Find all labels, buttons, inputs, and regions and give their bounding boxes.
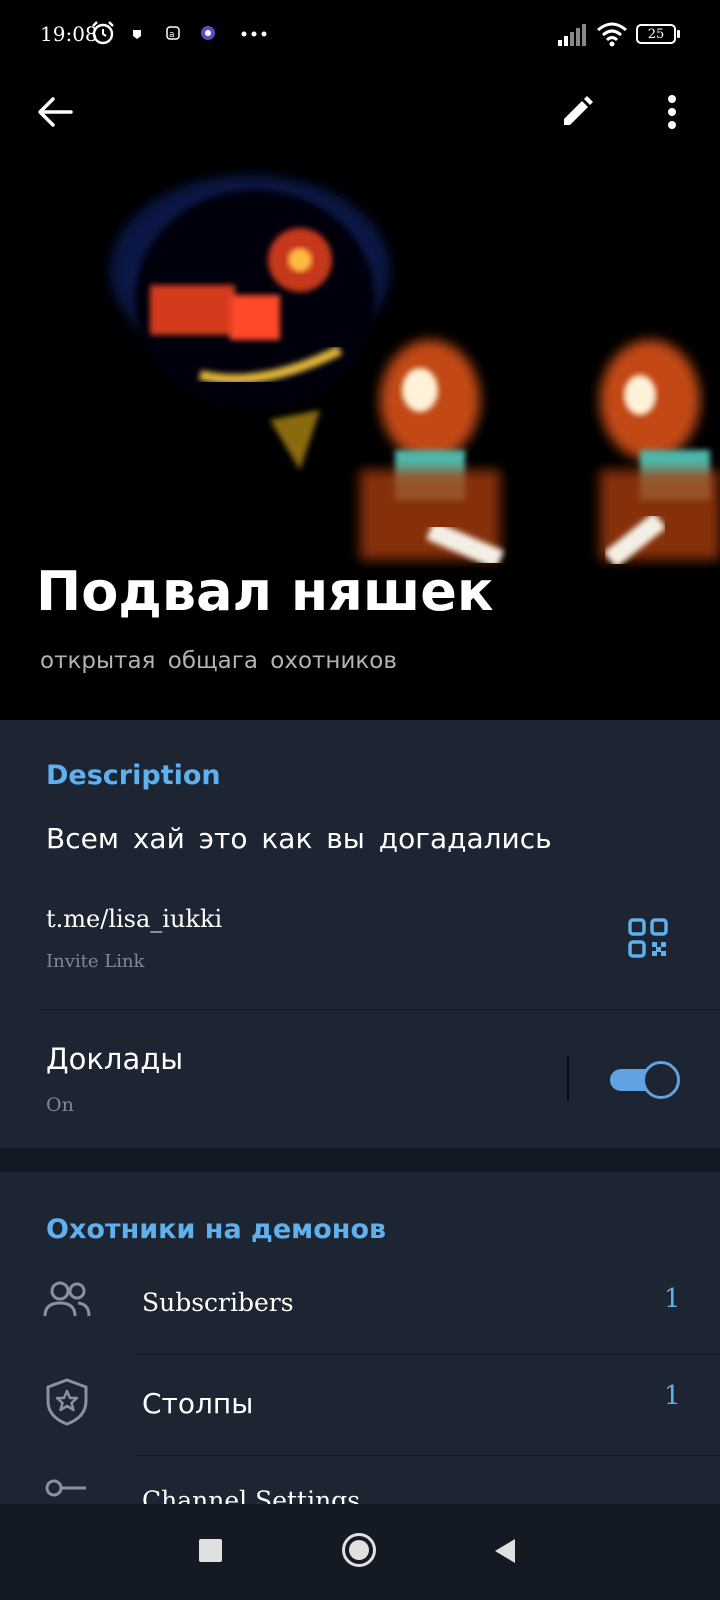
alarm-icon: [92, 21, 114, 45]
row-separator: [567, 1056, 569, 1102]
channel-subtitle: открытая общага охотников: [40, 648, 397, 674]
subscribers-label: Subscribers: [142, 1288, 294, 1317]
more-options-button[interactable]: [642, 82, 702, 142]
status-time: 19:08: [40, 22, 98, 46]
channel-settings-row[interactable]: Channel Settings: [0, 1456, 720, 1504]
invite-link[interactable]: t.me/lisa_iukki: [46, 905, 222, 933]
qr-code-icon[interactable]: [628, 918, 668, 958]
profile-header: 19:08 a 25 Подвал няшек открытая общага …: [0, 0, 720, 720]
navigation-bar: [0, 1504, 720, 1600]
battery-level: 25: [647, 26, 665, 42]
section-gap: [0, 1148, 720, 1172]
admins-count: 1: [664, 1381, 681, 1411]
pencil-icon: [564, 96, 593, 125]
app-notification-icon: a: [166, 26, 180, 40]
app-icon-purple: [201, 26, 215, 40]
channel-title: Подвал няшек: [36, 560, 494, 623]
toggle-thumb: [642, 1061, 680, 1099]
back-nav-button[interactable]: [493, 1537, 517, 1565]
home-dot: [349, 1540, 369, 1560]
more-notifications-icon: [241, 31, 267, 37]
wifi-icon: [597, 22, 627, 47]
channel-settings-label: Channel Settings: [142, 1486, 361, 1504]
notification-icon: [133, 30, 141, 39]
more-vertical-icon: [668, 95, 676, 129]
reports-label: Доклады: [46, 1042, 184, 1076]
management-heading: Охотники на демонов: [46, 1214, 387, 1245]
status-bar: 19:08 a 25: [0, 0, 720, 70]
description-heading: Description: [46, 760, 221, 791]
signal-icon: [558, 24, 586, 46]
reports-toggle[interactable]: [610, 1061, 680, 1099]
home-button[interactable]: [342, 1533, 376, 1567]
edit-button[interactable]: [547, 82, 607, 142]
battery-icon: 25: [636, 24, 676, 44]
admins-label: Столпы: [142, 1387, 254, 1420]
description-text: Всем хай это как вы догадались: [46, 822, 552, 855]
users-icon: [43, 1281, 91, 1317]
back-arrow-icon: [38, 97, 73, 127]
key-icon: [45, 1479, 86, 1497]
subscribers-count: 1: [664, 1284, 681, 1314]
reports-state: On: [46, 1094, 74, 1116]
channel-cover-image: [0, 150, 720, 580]
subscribers-row[interactable]: Subscribers 1: [0, 1262, 720, 1354]
admins-row[interactable]: Столпы 1: [0, 1355, 720, 1455]
recents-button[interactable]: [199, 1539, 222, 1562]
svg-text:a: a: [169, 30, 175, 40]
back-button[interactable]: [25, 82, 85, 142]
battery-tip: [677, 30, 680, 38]
shield-star-icon: [46, 1378, 88, 1426]
invite-link-caption: Invite Link: [46, 951, 145, 972]
